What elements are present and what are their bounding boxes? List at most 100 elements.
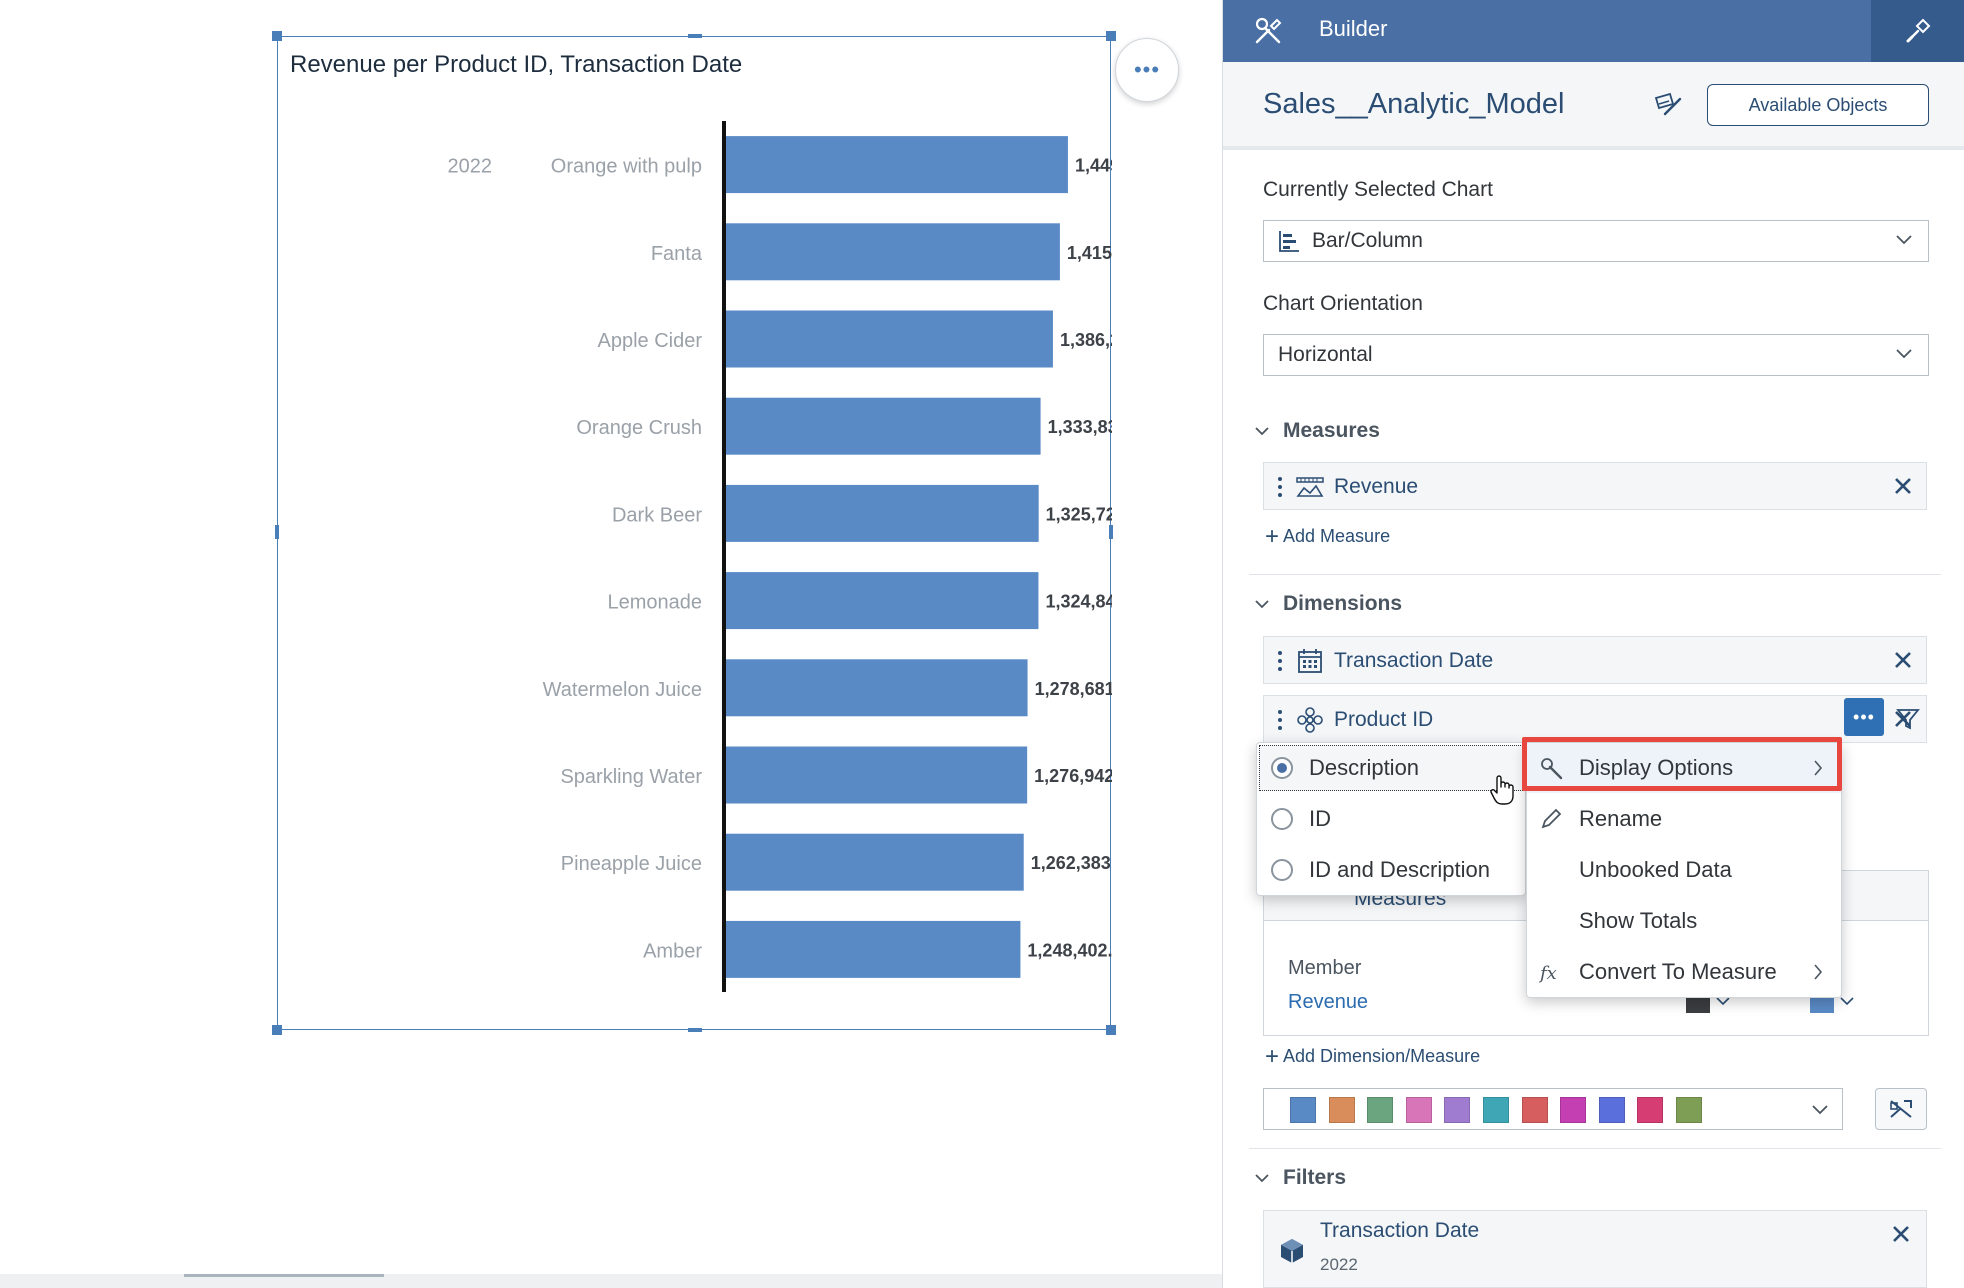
palette-swatch [1637, 1097, 1664, 1123]
menu-item-label: Description [1309, 755, 1420, 780]
divider [1249, 1148, 1941, 1149]
add-dimension-measure-link[interactable]: + Add Dimension/Measure [1265, 1042, 1481, 1070]
svg-text:fx: fx [1539, 963, 1557, 984]
radio-selected-icon[interactable] [1271, 757, 1293, 779]
dimension-token-transaction-date[interactable]: Transaction Date [1263, 636, 1927, 684]
drag-handle-icon[interactable] [1278, 709, 1282, 731]
member-revenue[interactable]: Revenue [1288, 991, 1368, 1014]
measures-section-toggle[interactable]: Measures [1255, 419, 1380, 443]
dimension-token-product-id[interactable]: Product ID ••• [1263, 695, 1927, 743]
model-name[interactable]: Sales__Analytic_Model [1263, 88, 1564, 121]
data-label: 1,386,255.00 [1060, 330, 1112, 350]
dimension-more-button[interactable]: ••• [1844, 698, 1884, 736]
canvas-footer-bar [0, 1274, 1222, 1288]
palette-settings-button[interactable] [1875, 1088, 1927, 1130]
chevron-down-icon[interactable] [1716, 997, 1730, 1006]
bar[interactable] [726, 833, 1024, 891]
bar[interactable] [726, 484, 1039, 542]
data-label: 1,324,847.00 [1045, 592, 1112, 612]
data-label: 1,333,837.00 [1048, 417, 1112, 437]
add-measure-link[interactable]: + Add Measure [1265, 524, 1391, 548]
builder-title: Builder [1319, 16, 1388, 41]
radio-icon[interactable] [1271, 859, 1293, 881]
selected-chart-label: Currently Selected Chart [1263, 178, 1493, 201]
dimensions-section-toggle[interactable]: Dimensions [1255, 592, 1402, 616]
add-measure-label: Add Measure [1283, 526, 1391, 546]
chevron-down-icon [1812, 1105, 1828, 1115]
dimension-token-label: Transaction Date [1334, 649, 1494, 672]
menu-item-id-and-description[interactable]: ID and Description [1257, 845, 1525, 895]
menu-item-display-options[interactable]: Display Options [1527, 743, 1841, 793]
close-icon[interactable] [1892, 475, 1914, 497]
menu-item-label: Rename [1579, 806, 1663, 831]
bar[interactable] [726, 746, 1028, 804]
dimension-context-menu: Display Options Rename Unbooked Data Sho… [1526, 742, 1842, 998]
drag-handle-icon[interactable] [1278, 650, 1282, 672]
palette-swatch [1444, 1097, 1471, 1123]
chevron-down-icon[interactable] [1840, 997, 1854, 1006]
chart-more-button[interactable]: ••• [1115, 38, 1179, 102]
radio-icon[interactable] [1271, 808, 1293, 830]
tools-icon[interactable] [1253, 16, 1283, 46]
menu-item-rename[interactable]: Rename [1527, 794, 1841, 844]
filter-value: 2022 [1320, 1255, 1358, 1274]
orientation-select[interactable]: Horizontal [1263, 334, 1929, 376]
data-label: 1,278,681.00 [1035, 679, 1112, 699]
category-label: Watermelon Juice [543, 679, 702, 701]
menu-item-id[interactable]: ID [1257, 794, 1525, 844]
palette-swatch [1483, 1097, 1509, 1123]
filter-title: Transaction Date [1320, 1219, 1480, 1242]
chevron-right-icon [1814, 760, 1823, 776]
available-objects-button[interactable]: Available Objects [1707, 84, 1929, 126]
bar[interactable] [726, 659, 1028, 717]
close-icon[interactable] [1890, 1223, 1912, 1245]
color-palette-select[interactable] [1263, 1088, 1843, 1130]
plus-icon: + [1265, 1042, 1280, 1070]
calendar-icon [1298, 649, 1322, 673]
function-icon: fx [1539, 963, 1557, 984]
orientation-value: Horizontal [1278, 343, 1373, 366]
palette-swatch [1405, 1097, 1432, 1123]
close-icon[interactable] [1892, 708, 1914, 730]
category-label: Sparkling Water [560, 766, 702, 788]
cube-filter-icon [1281, 1239, 1303, 1263]
category-label: Fanta [651, 243, 703, 265]
filters-section-toggle[interactable]: Filters [1255, 1166, 1346, 1190]
bar[interactable] [726, 136, 1068, 194]
bar[interactable] [726, 310, 1053, 368]
dimension-token-label: Product ID [1334, 708, 1434, 731]
menu-item-unbooked-data[interactable]: Unbooked Data [1527, 845, 1841, 895]
chevron-down-icon [1896, 235, 1912, 245]
measure-icon [1296, 477, 1324, 497]
page-tab[interactable] [184, 1274, 384, 1277]
menu-item-show-totals[interactable]: Show Totals [1527, 896, 1841, 946]
category-label: Lemonade [607, 592, 702, 614]
edit-model-icon[interactable] [1653, 90, 1683, 118]
measures-heading: Measures [1283, 419, 1380, 442]
measure-token-revenue[interactable]: Revenue [1263, 462, 1927, 510]
add-dimension-measure-label: Add Dimension/Measure [1283, 1046, 1481, 1066]
menu-item-description[interactable]: Description [1257, 743, 1525, 793]
bar[interactable] [726, 572, 1039, 630]
close-icon[interactable] [1892, 649, 1914, 671]
bar[interactable] [726, 223, 1060, 281]
chevron-down-icon [1896, 349, 1912, 359]
palette-swatch [1676, 1097, 1702, 1123]
designer-toggle[interactable] [1871, 0, 1964, 62]
chart-type-select[interactable]: Bar/Column [1263, 220, 1929, 262]
bar[interactable] [726, 397, 1041, 455]
chart-widget[interactable]: Revenue per Product ID, Transaction Date… [272, 31, 1116, 1035]
filter-token-transaction-date[interactable]: Transaction Date 2022 [1263, 1210, 1927, 1288]
palette-swatch [1328, 1097, 1355, 1123]
chevron-down-icon [1255, 1173, 1269, 1182]
palette-swatch [1598, 1097, 1625, 1123]
menu-item-label: Show Totals [1579, 908, 1698, 933]
drag-handle-icon[interactable] [1278, 476, 1282, 498]
orientation-label: Chart Orientation [1263, 292, 1423, 315]
chevron-down-icon [1255, 599, 1269, 608]
builder-panel: Builder Sales__Analytic_Model Available … [1222, 0, 1964, 1288]
wrench-icon [1541, 758, 1563, 780]
bar[interactable] [726, 920, 1021, 978]
palette-swatch [1560, 1097, 1587, 1123]
menu-item-convert-to-measure[interactable]: fx Convert To Measure [1527, 947, 1841, 997]
